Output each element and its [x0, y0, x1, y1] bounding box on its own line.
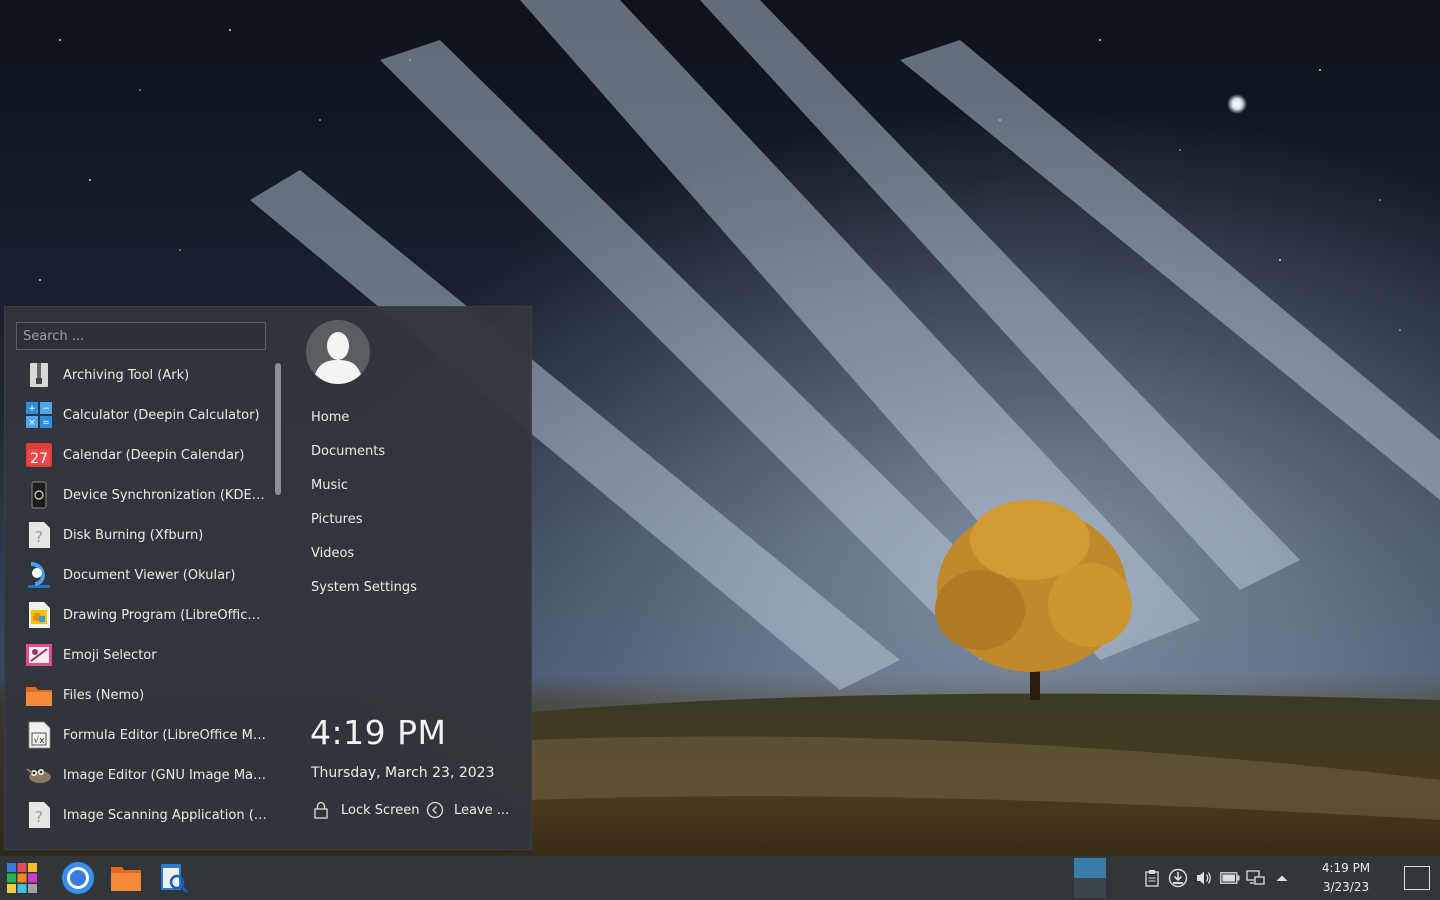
network-icon: [1246, 870, 1265, 885]
file-manager-icon: [111, 867, 141, 891]
update-icon: [1168, 868, 1188, 888]
app-label: Image Scanning Application (Sk...: [63, 807, 267, 823]
gimp-icon: [24, 760, 54, 790]
application-launcher-menu: Archiving Tool (Ark) +−× = Calculator (De…: [4, 306, 532, 850]
app-label: Document Viewer (Okular): [63, 567, 236, 583]
clipboard-tray-button[interactable]: [1142, 868, 1162, 888]
app-item-calculator[interactable]: + − × = Calculator (Deepin Calculator): [13, 395, 269, 435]
app-label: Device Synchronization (KDE C...: [63, 487, 267, 503]
unknown-app-icon: ?: [24, 520, 54, 550]
application-list: Archiving Tool (Ark) + − × = Calculator (De…: [13, 355, 269, 835]
app-label: Disk Burning (Xfburn): [63, 527, 204, 543]
unknown-app-icon-glyph: ?: [35, 528, 43, 546]
leave-icon: [426, 801, 444, 819]
math-icon: √x: [24, 720, 54, 750]
draw-icon: [24, 600, 54, 630]
app-label: Formula Editor (LibreOffice Mat...: [63, 727, 267, 743]
virtual-desktop-pager[interactable]: [1074, 858, 1106, 898]
app-item-ark[interactable]: Archiving Tool (Ark): [13, 355, 269, 395]
place-system-settings[interactable]: System Settings: [311, 571, 417, 605]
user-avatar[interactable]: [306, 320, 370, 384]
file-manager-launcher[interactable]: [108, 860, 144, 896]
calendar-icon: 27: [24, 440, 54, 470]
math-icon-glyph: √x: [33, 735, 45, 746]
desktop-2[interactable]: [1074, 878, 1106, 898]
place-videos[interactable]: Videos: [311, 537, 417, 571]
okular-icon: [24, 560, 54, 590]
app-item-okular[interactable]: Document Viewer (Okular): [13, 555, 269, 595]
menu-clock-date: Thursday, March 23, 2023: [311, 765, 495, 781]
taskbar-clock-time[interactable]: 4:19 PM: [1300, 861, 1392, 875]
place-music[interactable]: Music: [311, 469, 417, 503]
svg-text:=: =: [42, 418, 50, 428]
chromium-launcher[interactable]: [60, 860, 96, 896]
search-input[interactable]: [16, 322, 266, 350]
app-item-libreoffice-draw[interactable]: Drawing Program (LibreOffice ...: [13, 595, 269, 635]
show-desktop-button[interactable]: [1404, 866, 1430, 890]
app-list-scrollbar[interactable]: [275, 363, 281, 495]
app-item-kde-connect[interactable]: Device Synchronization (KDE C...: [13, 475, 269, 515]
archive-icon: [24, 360, 54, 390]
svg-text:+: +: [28, 404, 36, 414]
search-app-icon: [161, 864, 189, 894]
menu-clock-time: 4:19 PM: [310, 713, 447, 752]
calculator-icon: + − × =: [24, 400, 54, 430]
svg-text:−: −: [42, 404, 50, 414]
network-tray-button[interactable]: [1246, 868, 1266, 888]
taskbar-clock-date[interactable]: 3/23/23: [1300, 880, 1392, 894]
unknown-app-icon-glyph: ?: [35, 808, 43, 826]
tray-expand-button[interactable]: [1272, 868, 1292, 888]
search-app-launcher[interactable]: [156, 860, 192, 896]
app-item-skanlite[interactable]: ? Image Scanning Application (Sk...: [13, 795, 269, 835]
app-label: Drawing Program (LibreOffice ...: [63, 607, 267, 623]
battery-icon: [1220, 872, 1240, 884]
lock-icon: [313, 801, 331, 819]
app-item-libreoffice-math[interactable]: √x Formula Editor (LibreOffice Mat...: [13, 715, 269, 755]
volume-tray-button[interactable]: [1194, 868, 1214, 888]
volume-icon: [1197, 871, 1211, 885]
lock-screen-label: Lock Screen: [341, 802, 420, 818]
leave-button[interactable]: Leave ...: [426, 801, 509, 819]
place-pictures[interactable]: Pictures: [311, 503, 417, 537]
app-item-emoji-selector[interactable]: Emoji Selector: [13, 635, 269, 675]
update-tray-button[interactable]: [1168, 868, 1188, 888]
user-silhouette-icon: [306, 320, 370, 384]
app-menu-icon: [7, 863, 37, 893]
app-label: Image Editor (GNU Image Mani...: [63, 767, 267, 783]
lock-screen-button[interactable]: Lock Screen: [313, 801, 419, 819]
app-label: Calculator (Deepin Calculator): [63, 407, 260, 423]
app-label: Emoji Selector: [63, 647, 157, 663]
calendar-icon-day: 27: [30, 451, 48, 467]
app-label: Files (Nemo): [63, 687, 145, 703]
taskbar: 4:19 PM 3/23/23: [0, 856, 1440, 900]
place-documents[interactable]: Documents: [311, 435, 417, 469]
leave-label: Leave ...: [454, 802, 510, 818]
unknown-app-icon: ?: [24, 800, 54, 830]
places-list: Home Documents Music Pictures Videos Sys…: [311, 401, 417, 605]
app-item-xfburn[interactable]: ? Disk Burning (Xfburn): [13, 515, 269, 555]
clipboard-icon: [1145, 870, 1159, 887]
app-item-gimp[interactable]: Image Editor (GNU Image Mani...: [13, 755, 269, 795]
app-item-calendar[interactable]: 27 Calendar (Deepin Calendar): [13, 435, 269, 475]
app-menu-button[interactable]: [4, 860, 40, 896]
app-item-nemo[interactable]: Files (Nemo): [13, 675, 269, 715]
folder-icon: [24, 680, 54, 710]
phone-sync-icon: [24, 480, 54, 510]
desktop-1[interactable]: [1074, 858, 1106, 878]
battery-tray-button[interactable]: [1220, 868, 1240, 888]
tray-expand-icon: [1276, 875, 1288, 881]
chromium-icon: [62, 862, 94, 894]
svg-text:×: ×: [28, 418, 36, 428]
app-label: Archiving Tool (Ark): [63, 367, 190, 383]
emoji-icon: [24, 640, 54, 670]
place-home[interactable]: Home: [311, 401, 417, 435]
app-label: Calendar (Deepin Calendar): [63, 447, 245, 463]
